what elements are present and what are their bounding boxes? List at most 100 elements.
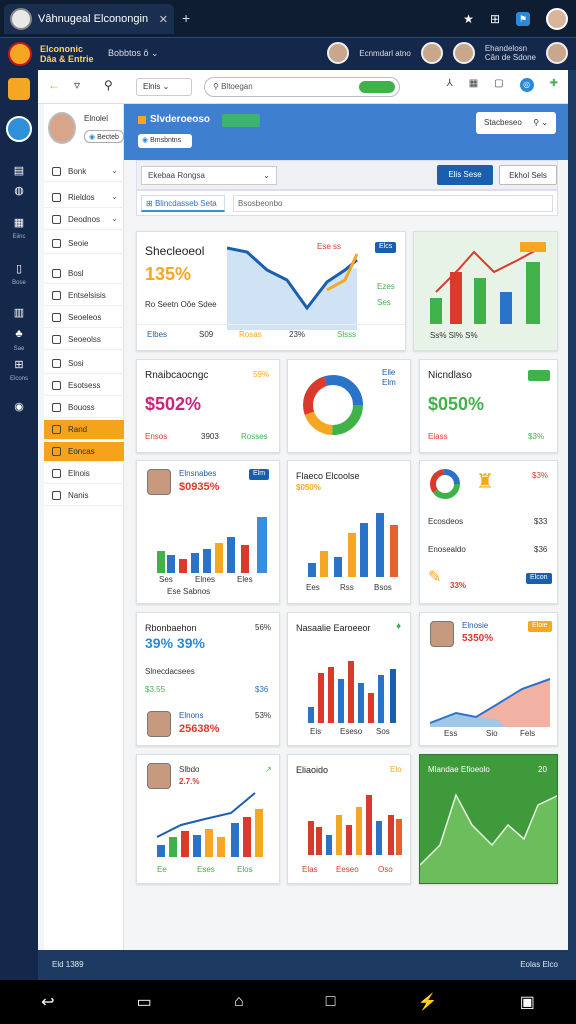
home-icon[interactable]: ⌂ xyxy=(234,993,244,1011)
bar xyxy=(334,557,342,577)
browser-tab[interactable]: Vâhnugeal Elconongin ✕ xyxy=(4,4,174,34)
bar xyxy=(348,661,354,723)
sidebar-item[interactable]: Bouoss xyxy=(44,398,124,418)
tag-icon[interactable]: ▢ xyxy=(494,78,503,92)
sidebar-item[interactable]: Bonk ⌄ xyxy=(44,162,124,182)
assistant-icon[interactable]: ⚡ xyxy=(418,992,438,1012)
avatar[interactable] xyxy=(147,469,171,495)
avatar[interactable] xyxy=(546,42,568,64)
header-select[interactable]: Stacbeseo ⚲ ⌄ xyxy=(476,112,556,134)
close-tab-icon[interactable]: ✕ xyxy=(159,13,168,26)
table-icon[interactable]: ⊞ xyxy=(10,358,28,371)
view-select[interactable]: Elnis ⌄ xyxy=(136,78,192,96)
app-logo-icon[interactable] xyxy=(8,78,30,100)
chevron-down-icon[interactable]: ⌄ xyxy=(111,192,118,201)
extension-icon[interactable]: ⚑ xyxy=(516,12,530,26)
sidebar-item[interactable]: Esotsess xyxy=(44,376,124,396)
tabs-icon[interactable]: ▣ xyxy=(520,992,535,1012)
bar-chart-card[interactable]: Ss% Sl% S% xyxy=(413,231,558,351)
sort-icon[interactable]: ⅄ xyxy=(447,78,453,92)
sidebar-item[interactable]: Eoncas xyxy=(44,442,124,462)
search-input[interactable]: ⚲ Bltoegan xyxy=(204,77,400,97)
sidebar-item[interactable]: Bosl xyxy=(44,264,124,284)
donut-card[interactable]: Elle Elm xyxy=(287,359,411,453)
avatar[interactable] xyxy=(147,711,171,737)
bookmark-icon[interactable]: ⊞ xyxy=(490,12,500,26)
document-icon[interactable]: ▯ xyxy=(10,262,28,275)
profile-chart-card[interactable]: Elnsnabes Elm $0935% Ses Elnes Eles Ese … xyxy=(136,460,280,604)
menu-icon xyxy=(52,313,61,322)
bar xyxy=(390,669,396,723)
back-icon[interactable]: ↩ xyxy=(41,992,54,1012)
sidebar-item[interactable]: Seoie xyxy=(44,234,124,254)
card-foot: 3903 xyxy=(201,432,219,441)
chart-icon[interactable]: ▥ xyxy=(10,306,28,319)
card-badge: Elm xyxy=(249,469,270,480)
avatar[interactable] xyxy=(48,112,76,144)
card-note: Ezes xyxy=(377,282,395,291)
sidebar-item[interactable]: Elnois xyxy=(44,464,124,484)
header-button[interactable]: ◉ Bmsbntns xyxy=(138,134,192,148)
settings-icon[interactable]: ◉ xyxy=(10,400,28,413)
sidebar-item[interactable]: Rieldos ⌄ xyxy=(44,188,124,208)
sidebar-item-label: Deodnos xyxy=(68,215,101,224)
search-icon[interactable]: ⚲ xyxy=(104,78,113,92)
sidebar-item[interactable]: Nanis xyxy=(44,486,124,506)
chevron-down-icon[interactable]: ⌄ xyxy=(111,166,118,175)
brand-logo-icon[interactable] xyxy=(8,42,32,66)
recents-icon[interactable]: ▭ xyxy=(137,992,152,1012)
search-go-button[interactable] xyxy=(359,81,395,93)
chat-icon[interactable]: ▤ xyxy=(10,164,28,177)
sidebar-item[interactable]: Deodnos ⌄ xyxy=(44,210,124,230)
sidebar: Elnolel ◉ Becteb Bonk ⌄ Rieldos ⌄ Deodnos ⌄ Se… xyxy=(44,104,124,950)
new-tab-button[interactable]: + xyxy=(182,10,190,26)
profile-avatar[interactable] xyxy=(546,8,568,30)
profile-button[interactable]: ◉ Becteb xyxy=(84,130,124,143)
overview-icon[interactable]: □ xyxy=(326,993,336,1011)
bar-chart-card[interactable]: Eliaoido Elo Elas Eeseo Oso xyxy=(287,754,411,884)
info-icon[interactable]: ◎ xyxy=(519,78,534,92)
area-chart-card[interactable]: Elnosie Eloie 5350% Ess Sio Fels xyxy=(419,612,558,746)
bar-chart-card[interactable]: Nasaalie Earoeeor ♦ Eis Eseso Sos xyxy=(287,612,411,746)
home-icon[interactable] xyxy=(6,116,32,142)
menu-icon xyxy=(52,193,61,202)
status-bar: Eld 1389 Eolas Elco xyxy=(38,950,568,980)
add-icon[interactable]: ✚ xyxy=(550,78,558,92)
sidebar-item[interactable]: Seoeolss xyxy=(44,330,124,350)
star-icon[interactable]: ★ xyxy=(463,12,474,26)
metric-card[interactable]: Rbonbaehon 56% 39% 39% Slnecdacsees $3.5… xyxy=(136,612,280,746)
summary-list-card[interactable]: ♜ $3% Ecosdeos $33 Enosealdo $36 ✎ 33% E… xyxy=(419,460,558,604)
range-select[interactable]: Ekebaa Rongsa ⌄ xyxy=(141,166,277,185)
sidebar-item[interactable]: Seoeleos xyxy=(44,308,124,328)
filter-input[interactable]: Bsosbeonbo xyxy=(233,195,553,212)
sidebar-item[interactable]: Rand xyxy=(44,420,124,440)
card-foot: Ensos xyxy=(145,432,168,441)
highlight-chart-card[interactable]: Mlandae Efioeolo 20 xyxy=(419,754,558,884)
filter-chip[interactable]: ⊞ Blincdasseb Seta xyxy=(141,195,225,212)
grid-icon[interactable]: ▦ xyxy=(10,216,28,229)
avatar[interactable] xyxy=(430,621,454,647)
avatar[interactable] xyxy=(452,42,475,64)
workspace-select[interactable]: Bobbtos ô ⌄ xyxy=(108,48,159,59)
secondary-button[interactable]: Ekhol Sels xyxy=(499,165,557,185)
row-value: $33 xyxy=(534,517,548,526)
globe-icon[interactable]: ◍ xyxy=(10,184,28,197)
back-arrow-icon[interactable]: ← xyxy=(48,78,60,92)
axis-label: Bsos xyxy=(374,583,392,592)
sidebar-item[interactable]: Entselsisis xyxy=(44,286,124,306)
avatar[interactable] xyxy=(327,42,350,64)
metric-card[interactable]: Rnaibcaocngc 59% $502% Ensos 3903 Rosses xyxy=(136,359,280,453)
avatar[interactable] xyxy=(147,763,171,789)
chevron-down-icon[interactable]: ⌄ xyxy=(111,214,118,223)
avatar[interactable] xyxy=(420,42,443,64)
bar-chart-card[interactable]: Flaeco Elcoolse $050% Ees Rss Bsos xyxy=(287,460,411,604)
profile-chart-card[interactable]: Slbdo ↗ 2.7.% Ee Eses Elos xyxy=(136,754,280,884)
summary-card[interactable]: Shecleoeol 135% Ro Seetn Oôe Sdee Elcs E… xyxy=(136,231,406,351)
primary-button[interactable]: Elis Sese xyxy=(437,165,493,185)
card-subtitle: Ro Seetn Oôe Sdee xyxy=(145,300,217,309)
view-icon[interactable]: ▿ xyxy=(74,78,80,92)
users-icon[interactable]: ♣ xyxy=(10,328,28,340)
calendar-icon[interactable]: ▦ xyxy=(469,78,478,92)
metric-card[interactable]: Nicndlaso $050% Elass $3% xyxy=(419,359,558,453)
sidebar-item[interactable]: Sosi xyxy=(44,354,124,374)
